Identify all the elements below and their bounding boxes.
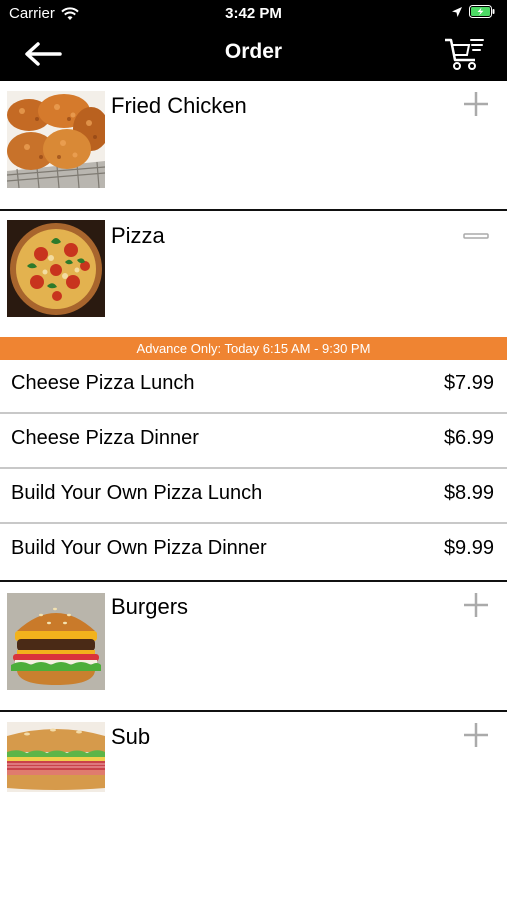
category-burgers[interactable]: Burgers	[0, 582, 507, 710]
expand-button[interactable]	[463, 592, 489, 618]
category-pizza[interactable]: Pizza	[0, 211, 507, 337]
menu-item-price: $7.99	[443, 372, 494, 394]
pizza-image	[7, 220, 105, 317]
availability-banner: Advance Only: Today 6:15 AM - 9:30 PM	[0, 337, 507, 360]
menu-item-price: $9.99	[443, 537, 494, 559]
burger-image	[7, 593, 105, 690]
category-name: Burgers	[111, 594, 189, 619]
menu-item-name: Cheese Pizza Lunch	[11, 372, 195, 394]
page-title: Order	[224, 40, 283, 63]
cart-button[interactable]	[443, 36, 485, 72]
category-sub[interactable]: Sub	[0, 712, 507, 900]
sub-sandwich-image	[7, 722, 105, 792]
category-fried-chicken[interactable]: Fried Chicken	[0, 81, 507, 209]
category-name: Pizza	[111, 223, 165, 248]
minus-icon	[463, 233, 489, 239]
expand-button[interactable]	[463, 91, 489, 117]
status-bar: Carrier 3:42 PM	[0, 0, 507, 28]
category-name: Sub	[111, 724, 151, 749]
battery-charging-icon	[469, 5, 495, 18]
menu-item-name: Build Your Own Pizza Dinner	[11, 537, 267, 559]
clock: 3:42 PM	[225, 5, 282, 22]
plus-icon	[464, 723, 488, 747]
plus-icon	[464, 92, 488, 116]
menu-item[interactable]: Cheese Pizza Lunch $7.99	[0, 360, 507, 414]
plus-icon	[464, 593, 488, 617]
location-arrow-icon	[452, 6, 462, 17]
fried-chicken-image	[7, 91, 105, 188]
menu-item-name: Cheese Pizza Dinner	[11, 427, 199, 449]
cart-icon	[445, 38, 484, 70]
expand-button[interactable]	[463, 722, 489, 748]
menu-item[interactable]: Cheese Pizza Dinner $6.99	[0, 415, 507, 469]
menu-item-price: $8.99	[443, 482, 494, 504]
navigation-bar: Order	[0, 28, 507, 81]
menu-item-name: Build Your Own Pizza Lunch	[11, 482, 263, 504]
menu-item[interactable]: Build Your Own Pizza Lunch $8.99	[0, 470, 507, 524]
menu-item-price: $6.99	[443, 427, 494, 449]
category-name: Fried Chicken	[111, 93, 247, 118]
menu-item[interactable]: Build Your Own Pizza Dinner $9.99	[0, 525, 507, 579]
collapse-button[interactable]	[463, 223, 489, 249]
status-right	[451, 5, 495, 18]
